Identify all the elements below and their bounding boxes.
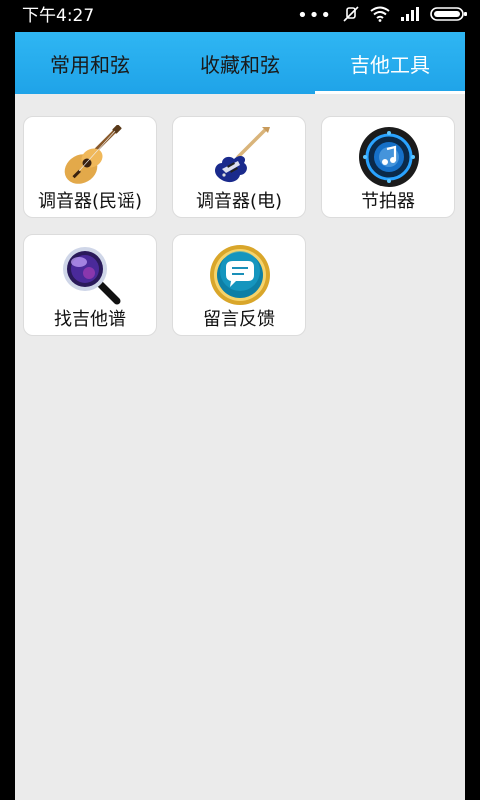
- status-icons: •••: [297, 6, 468, 26]
- tool-feedback[interactable]: 留言反馈: [172, 234, 306, 336]
- feedback-bubble-icon: [208, 243, 272, 307]
- metronome-speaker-icon: [357, 125, 421, 189]
- battery-icon: [430, 6, 468, 26]
- magnifier-icon: [59, 243, 123, 307]
- app-frame: 常用和弦 收藏和弦 吉他工具 调音器(民谣) 调音器(电) 节拍器 找吉他谱 留…: [15, 32, 465, 800]
- signal-icon: [400, 6, 420, 26]
- muted-icon: [342, 5, 360, 27]
- tool-tuner-electric[interactable]: 调音器(电): [172, 116, 306, 218]
- tools-grid: 调音器(民谣) 调音器(电) 节拍器 找吉他谱 留言反馈: [15, 94, 465, 800]
- tool-metronome[interactable]: 节拍器: [321, 116, 455, 218]
- electric-guitar-icon: [208, 125, 272, 189]
- acoustic-guitar-icon: [59, 124, 123, 189]
- tab-guitar-tools[interactable]: 吉他工具: [315, 32, 465, 94]
- tab-favorite-chords[interactable]: 收藏和弦: [165, 32, 315, 94]
- tool-find-tabs[interactable]: 找吉他谱: [23, 234, 157, 336]
- tool-label: 节拍器: [361, 191, 415, 212]
- status-time: 下午4:27: [22, 6, 95, 26]
- status-bar: 下午4:27 •••: [0, 0, 480, 32]
- tool-label: 调音器(民谣): [37, 191, 143, 212]
- more-dots-icon: •••: [297, 5, 332, 26]
- tool-label: 留言反馈: [203, 309, 275, 330]
- tool-label: 调音器(电): [195, 191, 283, 212]
- tab-common-chords[interactable]: 常用和弦: [15, 32, 165, 94]
- tool-label: 找吉他谱: [54, 309, 126, 330]
- wifi-icon: [370, 6, 390, 26]
- tab-bar: 常用和弦 收藏和弦 吉他工具: [15, 32, 465, 94]
- tool-tuner-acoustic[interactable]: 调音器(民谣): [23, 116, 157, 218]
